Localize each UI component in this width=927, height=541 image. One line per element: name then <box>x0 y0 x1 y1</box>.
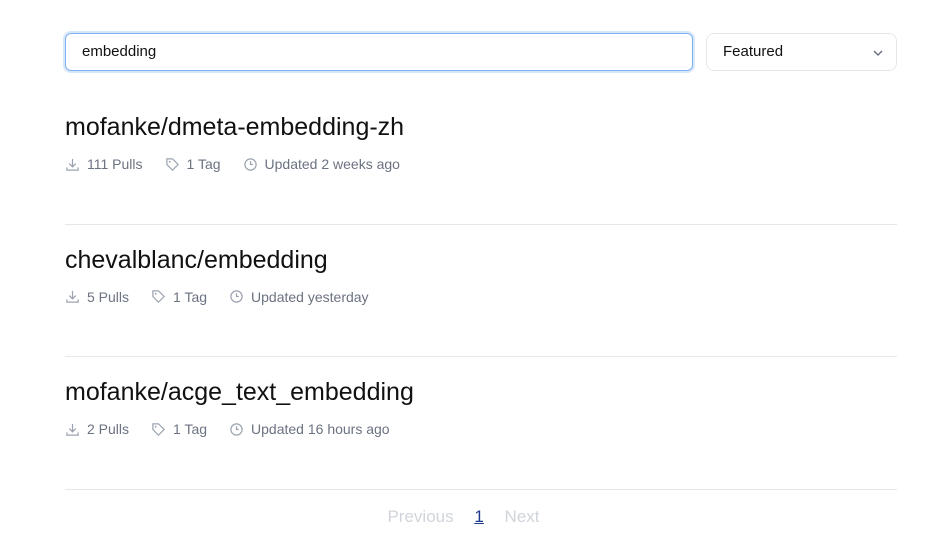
model-title[interactable]: mofanke/dmeta-embedding-zh <box>65 112 897 142</box>
tag-icon <box>152 422 166 436</box>
pull-count: 2 Pulls <box>87 421 130 437</box>
sort-select[interactable]: Featured <box>706 33 897 71</box>
tag-count: 1 Tag <box>173 421 208 437</box>
updated-time: Updated 2 weeks ago <box>264 156 400 172</box>
model-list-item[interactable]: mofanke/acge_text_embedding 2 Pulls 1 Ta… <box>65 357 897 490</box>
tag-count: 1 Tag <box>186 156 221 172</box>
clock-icon <box>243 157 257 171</box>
download-icon <box>66 158 79 171</box>
tag-icon <box>152 290 166 303</box>
clock-icon <box>230 422 243 436</box>
download-icon <box>66 290 79 303</box>
model-title[interactable]: mofanke/acge_text_embedding <box>65 377 897 407</box>
updated-time: Updated 16 hours ago <box>251 421 390 437</box>
sort-selected-label: Featured <box>723 43 784 60</box>
search-input[interactable]: embedding <box>65 33 693 71</box>
model-list: (function(){ const d=JSON.parse(document… <box>65 92 897 490</box>
model-title[interactable]: chevalblanc/embedding <box>65 245 897 275</box>
model-list-item[interactable]: mofanke/dmeta-embedding-zh 111 Pulls 1 T… <box>65 92 897 225</box>
tag-icon <box>165 157 179 171</box>
updated-time: Updated yesterday <box>251 288 369 305</box>
page-1-link[interactable]: 1 <box>474 507 483 526</box>
clock-icon <box>230 290 243 303</box>
chevron-down-icon <box>873 50 883 57</box>
pagination: Previous 1 Next <box>0 507 927 527</box>
tag-count: 1 Tag <box>173 288 208 305</box>
pull-count: 111 Pulls <box>87 156 143 172</box>
model-list-item[interactable]: chevalblanc/embedding 5 Pulls 1 Tag Upda… <box>65 225 897 357</box>
pull-count: 5 Pulls <box>87 288 130 305</box>
next-page-button[interactable]: Next <box>505 507 540 526</box>
previous-page-button[interactable]: Previous <box>387 507 453 526</box>
download-icon <box>66 423 79 436</box>
